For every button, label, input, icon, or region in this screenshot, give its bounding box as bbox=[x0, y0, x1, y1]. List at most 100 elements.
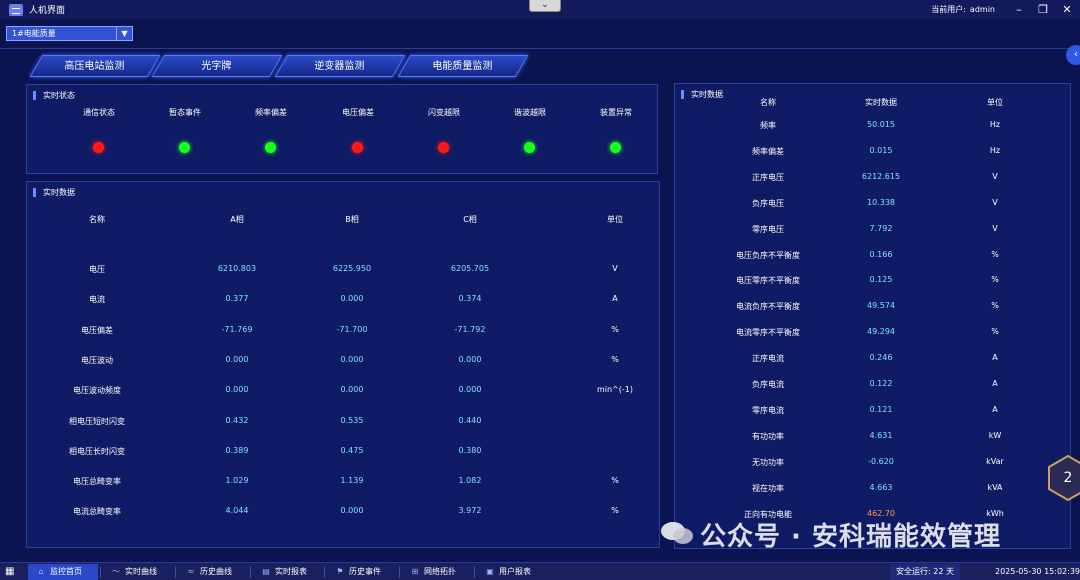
nav-hv-station[interactable]: 高压电站监测 bbox=[29, 55, 161, 77]
row-unit: V bbox=[992, 197, 998, 207]
status-indicator bbox=[610, 142, 621, 153]
row-name: 电压总畸变率 bbox=[73, 477, 121, 487]
phase-value: 3.972 bbox=[458, 506, 482, 516]
taskbar-label: 用户报表 bbox=[499, 567, 531, 576]
chart-icon: 〜 bbox=[112, 567, 120, 576]
status-label: 闪变越限 bbox=[428, 108, 460, 117]
phase-value: 0.440 bbox=[458, 415, 482, 425]
phase-value: 0.389 bbox=[225, 445, 249, 455]
row-unit: V bbox=[992, 171, 998, 181]
row-name: 电流 bbox=[89, 295, 105, 305]
hex-badge-icon[interactable]: 2 bbox=[1048, 455, 1080, 501]
phase-value: 0.535 bbox=[340, 415, 364, 425]
maximize-button[interactable]: ❐ bbox=[1030, 1, 1056, 18]
row-name: 电压偏差 bbox=[81, 325, 113, 335]
status-label: 装置异常 bbox=[600, 108, 632, 117]
taskbar-history-button[interactable]: ≈ 历史曲线 bbox=[178, 564, 248, 580]
event-icon: ⚑ bbox=[336, 567, 344, 576]
nav-label: 逆变器监测 bbox=[314, 61, 365, 72]
status-label: 暂态事件 bbox=[169, 108, 201, 117]
row-unit: % bbox=[611, 324, 619, 334]
row-name: 电压 bbox=[89, 265, 105, 274]
taskbar-separator bbox=[399, 566, 400, 578]
report-icon: ▤ bbox=[262, 567, 270, 576]
taskbar-network-button[interactable]: ⊞ 网络拓扑 bbox=[402, 564, 472, 580]
realtime-value: 49.574 bbox=[867, 301, 895, 311]
row-unit: A bbox=[992, 353, 998, 363]
current-user: 当前用户: admin bbox=[931, 4, 995, 15]
home-icon: ⌂ bbox=[38, 567, 44, 576]
row-name: 电流零序不平衡度 bbox=[736, 328, 800, 338]
realtime-value: 4.631 bbox=[869, 430, 893, 440]
phase-value: 1.139 bbox=[340, 476, 364, 486]
realtime-value: -0.620 bbox=[868, 456, 894, 466]
taskbar-chart-button[interactable]: 〜实时曲线 bbox=[103, 564, 173, 580]
row-name: 电压波动 bbox=[81, 355, 113, 365]
row-name: 电压零序不平衡度 bbox=[736, 276, 800, 286]
hex-badge-value: 2 bbox=[1064, 470, 1073, 486]
realtime-value: 0.166 bbox=[869, 249, 893, 259]
phase-value: 0.000 bbox=[458, 354, 482, 364]
nav-inverter[interactable]: 逆变器监测 bbox=[274, 55, 406, 77]
status-label: 谐波越限 bbox=[514, 108, 546, 117]
nav-light-panel[interactable]: 光字牌 bbox=[151, 55, 283, 77]
row-name: 零序电流 bbox=[752, 405, 784, 415]
column-header: 单位 bbox=[607, 215, 623, 224]
phase-value: 0.000 bbox=[340, 385, 364, 395]
row-unit: V bbox=[612, 264, 618, 273]
phase-value: 0.000 bbox=[340, 354, 364, 364]
realtime-value: 0.125 bbox=[869, 275, 893, 285]
history-icon: ≈ bbox=[187, 567, 195, 576]
realtime-value: 4.663 bbox=[869, 482, 893, 492]
minimize-button[interactable]: – bbox=[1006, 1, 1032, 18]
phase-value: 0.475 bbox=[340, 445, 364, 455]
window-title: 人机界面 bbox=[29, 6, 66, 16]
row-name: 电压波动频度 bbox=[73, 386, 121, 396]
realtime-value: 0.121 bbox=[869, 404, 893, 414]
row-name: 相电压长时闪变 bbox=[69, 446, 125, 456]
row-name: 有功功率 bbox=[752, 431, 784, 441]
taskbar-report-button[interactable]: ▤ 实时报表 bbox=[253, 564, 323, 580]
header-divider bbox=[0, 48, 1080, 49]
clock: 2025-05-30 15:02:39 bbox=[995, 567, 1080, 576]
phase-value: 0.000 bbox=[225, 385, 249, 395]
column-header: A相 bbox=[230, 215, 244, 224]
row-name: 电流负序不平衡度 bbox=[736, 302, 800, 312]
taskbar-user-report-button[interactable]: ▣ 用户报表 bbox=[477, 564, 547, 580]
phase-data-panel: 实时数据 名称 A相 B相 C相 单位 电压 6210.803 6225.950 6205.70… bbox=[26, 181, 660, 548]
collapse-toggle-button[interactable]: ⌄ bbox=[529, 0, 561, 12]
row-unit: kW bbox=[988, 430, 1002, 440]
station-select-value: 1#电能质量 bbox=[12, 29, 56, 38]
side-panel-toggle[interactable]: ‹ bbox=[1066, 45, 1080, 65]
phase-value: -71.700 bbox=[336, 324, 368, 334]
user-name: admin bbox=[969, 5, 995, 14]
column-header: 名称 bbox=[760, 98, 776, 107]
nav-label: 电能质量监测 bbox=[432, 61, 493, 72]
status-indicator bbox=[265, 142, 276, 153]
row-unit: % bbox=[991, 249, 999, 259]
phase-value: 0.374 bbox=[458, 294, 482, 304]
taskbar-home-button[interactable]: ⌂ 监控首页 bbox=[28, 564, 98, 580]
taskbar-label: 监控首页 bbox=[50, 567, 82, 576]
app-logo-icon bbox=[9, 3, 23, 16]
taskbar-separator bbox=[250, 566, 251, 578]
row-name: 相电压短时闪变 bbox=[69, 416, 125, 426]
nav-power-quality[interactable]: 电能质量监测 bbox=[397, 55, 529, 77]
taskbar-label: 实时报表 bbox=[275, 567, 307, 576]
column-header: 单位 bbox=[987, 98, 1003, 107]
chevron-left-icon: ‹ bbox=[1074, 49, 1078, 60]
row-name: 电压负序不平衡度 bbox=[736, 250, 800, 260]
user-report-icon: ▣ bbox=[486, 567, 494, 576]
phase-value: -71.769 bbox=[221, 324, 253, 334]
row-unit: % bbox=[991, 327, 999, 337]
apps-grid-icon[interactable]: ▦ bbox=[5, 566, 19, 578]
close-button[interactable]: ✕ bbox=[1054, 1, 1080, 18]
taskbar-event-button[interactable]: ⚑ 历史事件 bbox=[327, 564, 397, 580]
row-unit: A bbox=[992, 379, 998, 388]
phase-value: 6205.705 bbox=[450, 264, 490, 273]
realtime-value: 50.015 bbox=[867, 120, 895, 129]
column-header: 名称 bbox=[89, 215, 105, 224]
minimize-icon: – bbox=[1016, 3, 1022, 16]
realtime-value: 10.338 bbox=[867, 197, 895, 207]
station-select[interactable]: 1#电能质量 ▼ bbox=[6, 26, 133, 41]
